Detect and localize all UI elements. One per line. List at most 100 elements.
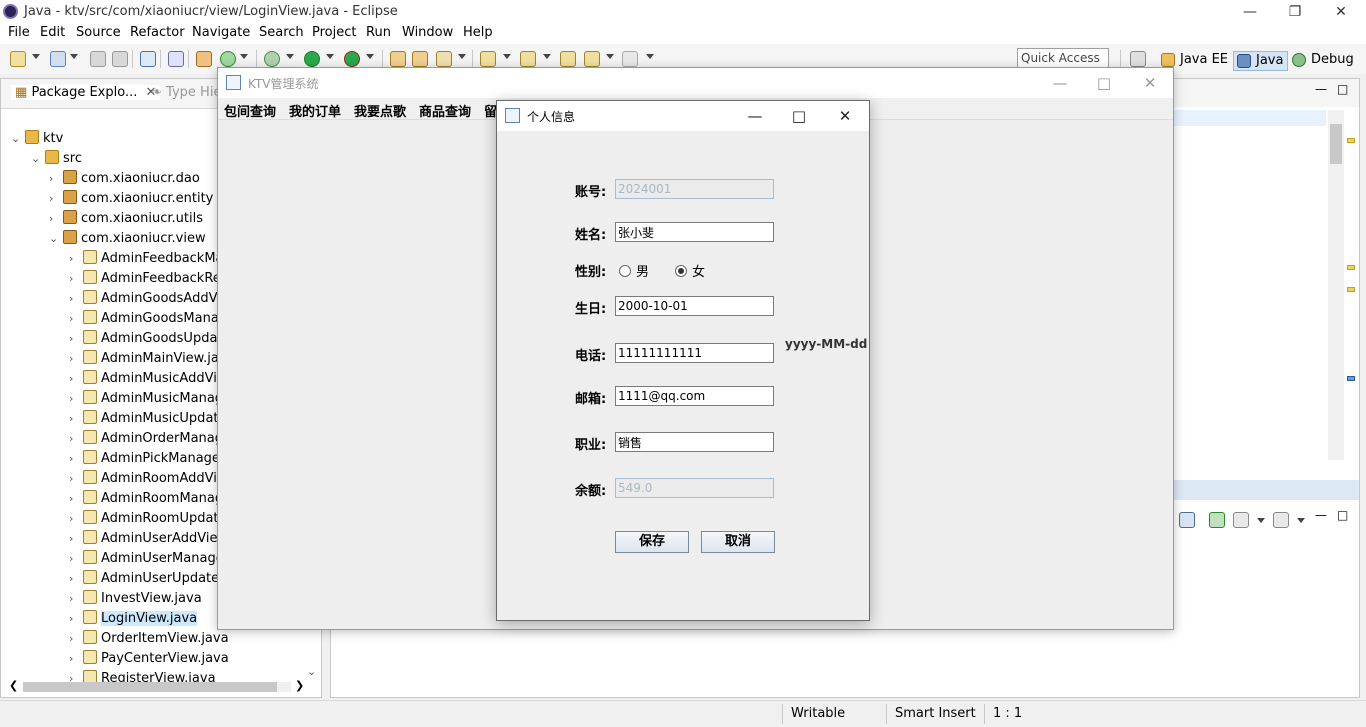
chevron-down-icon[interactable]: ⌄	[31, 149, 43, 169]
tree-item[interactable]: ⌄ com.xiaoniucr.view	[49, 229, 206, 249]
ktv-close-button[interactable]: ✕	[1130, 72, 1170, 94]
phone-field[interactable]	[615, 343, 774, 363]
new-project-icon[interactable]	[50, 51, 66, 67]
menu-room-query[interactable]: 包间查询	[224, 101, 276, 120]
menu-song-request[interactable]: 我要点歌	[354, 101, 406, 120]
perspective-debug[interactable]: Debug	[1289, 51, 1358, 71]
tree-item[interactable]: › AdminFeedbackRep	[69, 269, 229, 289]
pencil-icon[interactable]	[436, 51, 452, 67]
tree-item[interactable]: › AdminMusicUpdate	[69, 409, 227, 429]
tree-item[interactable]: › AdminRoomUpdate	[69, 509, 227, 529]
chevron-right-icon[interactable]: ›	[69, 589, 81, 609]
pencil-dropdown-icon[interactable]	[458, 54, 466, 59]
job-field[interactable]	[615, 432, 774, 452]
menu-file[interactable]: File	[8, 25, 30, 40]
scroll-left-icon[interactable]: ❮	[9, 679, 18, 692]
ktv-minimize-button[interactable]: —	[1040, 72, 1080, 94]
dialog-maximize-button[interactable]: □	[779, 105, 819, 127]
save-all-icon[interactable]	[112, 51, 128, 67]
run-external-icon[interactable]	[344, 51, 360, 67]
open-folder-icon[interactable]	[412, 51, 428, 67]
menu-search[interactable]: Search	[259, 25, 304, 40]
run-dropdown-icon[interactable]	[326, 54, 334, 59]
overview-marker[interactable]	[1347, 138, 1355, 143]
refresh-icon[interactable]	[220, 51, 236, 67]
tree-item[interactable]: › AdminRoomAddVie	[69, 469, 225, 489]
tab-package-explorer[interactable]: ▦ Package Explo... ✕	[11, 85, 161, 100]
open-console-icon[interactable]	[1233, 512, 1249, 528]
chevron-right-icon[interactable]: ›	[69, 369, 81, 389]
external-dropdown-icon[interactable]	[366, 54, 374, 59]
display-console-icon[interactable]	[1179, 512, 1195, 528]
tree-item[interactable]: › AdminGoodsUpdat	[69, 329, 223, 349]
chevron-right-icon[interactable]: ›	[69, 269, 81, 289]
prev-annotation-icon[interactable]	[520, 51, 536, 67]
vertical-scrollbar[interactable]	[1328, 110, 1344, 460]
tree-item[interactable]: › AdminGoodsManag	[69, 309, 227, 329]
run-icon[interactable]	[304, 51, 320, 67]
new-console-dropdown-icon[interactable]	[1297, 518, 1305, 523]
scroll-down-icon[interactable]: ⌄	[307, 665, 316, 678]
chevron-right-icon[interactable]: ›	[69, 629, 81, 649]
tree-item[interactable]: › InvestView.java	[69, 589, 202, 609]
tree-item[interactable]: › com.xiaoniucr.entity	[49, 189, 213, 209]
menu-help[interactable]: Help	[463, 25, 493, 40]
build-icon[interactable]	[196, 51, 212, 67]
menu-project[interactable]: Project	[312, 25, 356, 40]
skip-breakpoints-icon[interactable]	[168, 51, 184, 67]
ktv-maximize-button[interactable]: □	[1084, 72, 1124, 94]
chevron-right-icon[interactable]: ›	[69, 249, 81, 269]
save-icon[interactable]	[90, 51, 106, 67]
chevron-right-icon[interactable]: ›	[69, 489, 81, 509]
chevron-right-icon[interactable]: ›	[69, 409, 81, 429]
tree-item[interactable]: › AdminMusicManag	[69, 389, 223, 409]
tab-type-hierarchy[interactable]: ❧ Type Hie	[151, 85, 221, 100]
chevron-right-icon[interactable]: ›	[49, 169, 61, 189]
maximize-view-icon[interactable]: □	[1337, 82, 1348, 96]
next-annotation-icon[interactable]	[480, 51, 496, 67]
tree-item[interactable]: › PayCenterView.java	[69, 649, 229, 669]
chevron-right-icon[interactable]: ›	[69, 329, 81, 349]
tree-item[interactable]: › AdminOrderManag	[69, 429, 223, 449]
chevron-right-icon[interactable]: ›	[69, 609, 81, 629]
new-dropdown-icon[interactable]	[32, 54, 40, 59]
scroll-thumb[interactable]	[23, 682, 277, 692]
chevron-right-icon[interactable]: ›	[69, 449, 81, 469]
close-button[interactable]: ✕	[1318, 2, 1364, 22]
forward-dropdown-icon[interactable]	[646, 54, 654, 59]
tree-item[interactable]: › AdminRoomManag	[69, 489, 223, 509]
project-dropdown-icon[interactable]	[70, 54, 78, 59]
tree-item[interactable]: › AdminMainView.jav	[69, 349, 227, 369]
chevron-down-icon[interactable]: ⌄	[11, 129, 23, 149]
open-type-icon[interactable]	[390, 51, 406, 67]
radio-circle[interactable]	[675, 265, 687, 277]
chevron-down-icon[interactable]: ⌄	[49, 229, 61, 249]
chevron-right-icon[interactable]: ›	[69, 509, 81, 529]
quick-access-input[interactable]: Quick Access	[1017, 48, 1109, 69]
horizontal-scrollbar[interactable]: ❮ ❯	[9, 679, 305, 695]
tree-item[interactable]: › com.xiaoniucr.dao	[49, 169, 200, 189]
tree-item[interactable]: › AdminGoodsAddVi	[69, 289, 221, 309]
scroll-right-icon[interactable]: ❯	[295, 679, 304, 692]
new-icon[interactable]	[10, 51, 26, 67]
name-field[interactable]	[615, 222, 774, 242]
tree-item[interactable]: › AdminUserAddView	[69, 529, 228, 549]
chevron-right-icon[interactable]: ›	[69, 289, 81, 309]
menu-goods-query[interactable]: 商品查询	[419, 101, 471, 120]
tree-item[interactable]: › OrderItemView.java	[69, 629, 229, 649]
perspective-java[interactable]: Java	[1233, 51, 1289, 71]
console-dropdown-icon[interactable]	[1257, 518, 1265, 523]
prev-annotation-dropdown-icon[interactable]	[543, 54, 551, 59]
menu-source[interactable]: Source	[76, 25, 121, 40]
restore-button[interactable]: ❐	[1272, 2, 1318, 22]
debug-dropdown-icon[interactable]	[286, 54, 294, 59]
minimize-view-icon[interactable]: —	[1315, 82, 1327, 96]
chevron-right-icon[interactable]: ›	[49, 189, 61, 209]
minimize-button[interactable]: —	[1227, 2, 1273, 22]
chevron-right-icon[interactable]: ›	[69, 309, 81, 329]
save-button[interactable]: 保存	[615, 531, 689, 553]
menu-navigate[interactable]: Navigate	[192, 25, 250, 40]
menu-run[interactable]: Run	[366, 25, 391, 40]
back-icon[interactable]	[584, 51, 600, 67]
tree-item[interactable]: › AdminPickManageV	[69, 449, 229, 469]
